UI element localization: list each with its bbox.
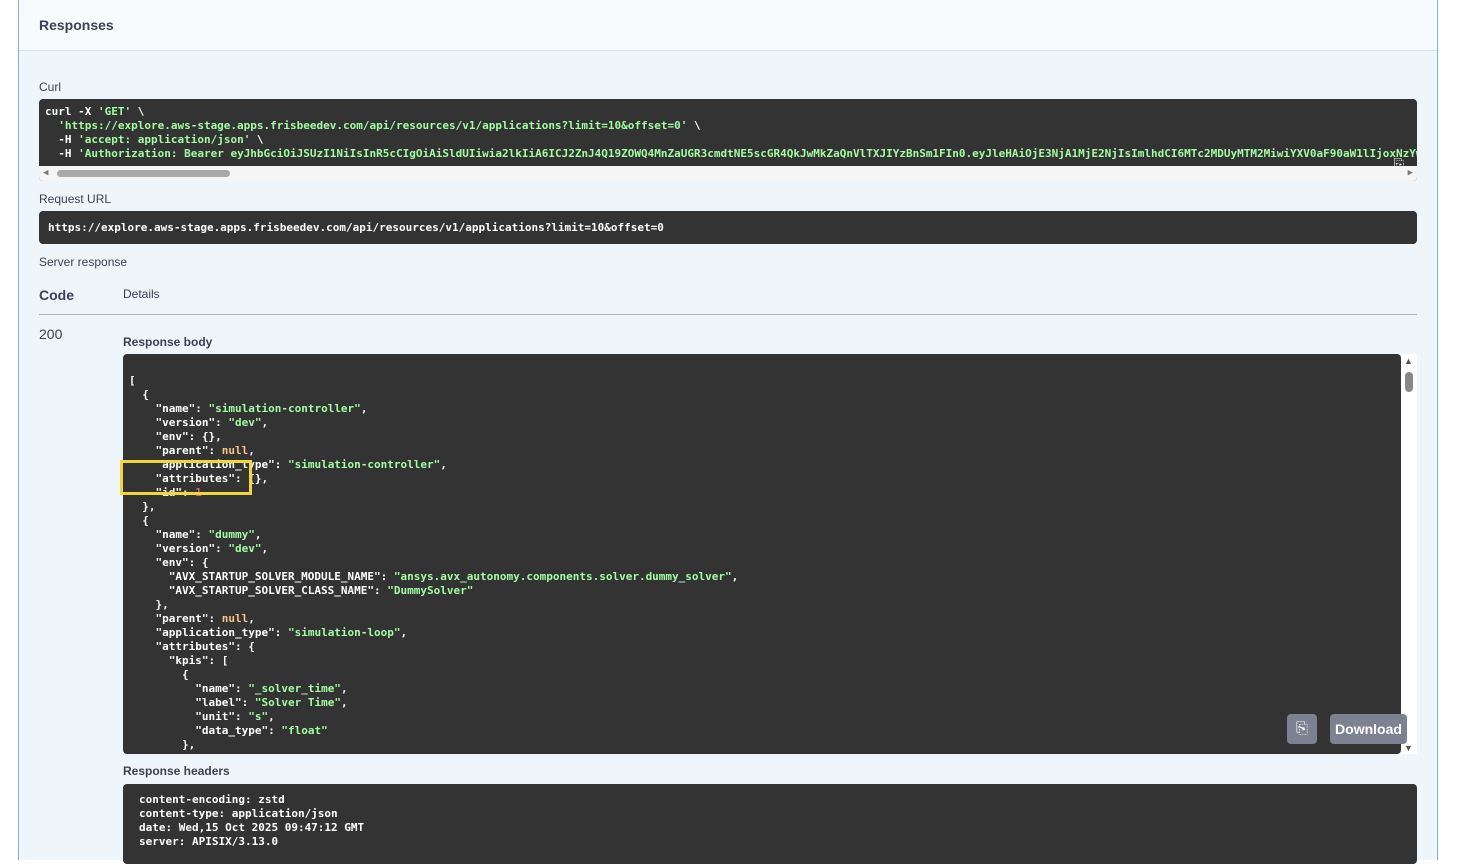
json-line: "AVX_STARTUP_SOLVER_MODULE_NAME": "ansys…: [129, 570, 739, 583]
copy-response-button[interactable]: ⎘: [1287, 714, 1317, 744]
request-url-box: https://explore.aws-stage.apps.frisbeede…: [39, 211, 1417, 244]
response-body-label: Response body: [123, 335, 213, 349]
responses-header: Responses: [19, 0, 1437, 51]
json-line: "version": "dev",: [129, 542, 269, 555]
scroll-left-icon[interactable]: ◀: [43, 168, 48, 178]
curl-scroll-thumb[interactable]: [57, 170, 230, 177]
server-response-label: Server response: [39, 255, 128, 269]
json-line: "version": "dev",: [129, 416, 269, 429]
json-line: "name": "simulation-controller",: [129, 402, 368, 415]
header-line: content-encoding: zstd: [139, 793, 285, 806]
json-line: },: [129, 738, 196, 751]
curl-label: Curl: [39, 80, 62, 94]
responses-title: Responses: [39, 17, 114, 33]
json-line: "unit": "s",: [129, 710, 275, 723]
response-headers-block: content-encoding: zstd content-type: app…: [123, 784, 1417, 864]
curl-line: -H 'accept: application/json' \: [45, 133, 264, 146]
json-line: "label": "Solver Time",: [129, 696, 348, 709]
download-button[interactable]: Download: [1330, 714, 1407, 744]
header-line: date: Wed,15 Oct 2025 09:47:12 GMT: [139, 821, 365, 834]
json-line: {: [129, 388, 149, 401]
response-headers-label: Response headers: [123, 764, 230, 778]
json-line: "application_type": "simulation-loop",: [129, 626, 408, 639]
response-body-json[interactable]: [ { "name": "simulation-controller", "ve…: [129, 360, 738, 754]
curl-line: 'https://explore.aws-stage.apps.frisbeed…: [45, 119, 701, 132]
response-body-block[interactable]: [ { "name": "simulation-controller", "ve…: [123, 354, 1401, 754]
curl-text[interactable]: curl -X 'GET' \ 'https://explore.aws-sta…: [45, 105, 1417, 161]
curl-horizontal-scrollbar[interactable]: ◀ ▶: [39, 166, 1417, 181]
request-url-label: Request URL: [39, 192, 112, 206]
curl-line: -H 'Authorization: Bearer eyJhbGciOiJSUz…: [45, 147, 1417, 160]
json-line: "parent": null,: [129, 612, 255, 625]
id-highlight-box: [120, 460, 252, 495]
response-status-code: 200: [39, 326, 63, 342]
json-line: [: [129, 374, 136, 387]
response-body-vertical-scrollbar[interactable]: ▲ ▼: [1401, 354, 1417, 754]
json-line: {: [129, 514, 149, 527]
response-headers-text: content-encoding: zstd content-type: app…: [139, 793, 364, 849]
scroll-right-icon[interactable]: ▶: [1408, 168, 1413, 178]
json-line: "data_type": "float": [129, 724, 328, 737]
json-line: {: [129, 668, 189, 681]
json-line: "env": {},: [129, 430, 222, 443]
header-divider: [39, 314, 1417, 315]
json-line: "env": {: [129, 556, 209, 569]
scroll-down-icon[interactable]: ▼: [1404, 743, 1413, 753]
json-line: "AVX_STARTUP_SOLVER_CLASS_NAME": "DummyS…: [129, 584, 474, 597]
json-line: "attributes": {: [129, 640, 255, 653]
copy-icon: ⎘: [1295, 720, 1308, 737]
json-line: "kpis": [: [129, 654, 229, 667]
code-column-header: Code: [39, 287, 74, 303]
copy-icon[interactable]: ⎘: [1391, 157, 1407, 173]
details-column-header: Details: [123, 287, 160, 301]
response-body-scroll-thumb[interactable]: [1405, 372, 1413, 392]
json-line: "name": "_solver_time",: [129, 682, 348, 695]
responses-panel: Responses Curl curl -X 'GET' \ 'https://…: [18, 0, 1438, 864]
header-line: server: APISIX/3.13.0: [139, 835, 279, 848]
header-line: content-type: application/json: [139, 807, 338, 820]
json-line: "parent": null,: [129, 444, 255, 457]
json-line: {: [129, 752, 189, 754]
json-line: },: [129, 500, 156, 513]
json-line: },: [129, 598, 169, 611]
curl-code-block[interactable]: curl -X 'GET' \ 'https://explore.aws-sta…: [39, 99, 1417, 181]
request-url-value: https://explore.aws-stage.apps.frisbeede…: [48, 221, 664, 234]
scroll-up-icon[interactable]: ▲: [1404, 356, 1413, 366]
json-line: "name": "dummy",: [129, 528, 262, 541]
curl-line: curl -X 'GET' \: [45, 105, 145, 118]
